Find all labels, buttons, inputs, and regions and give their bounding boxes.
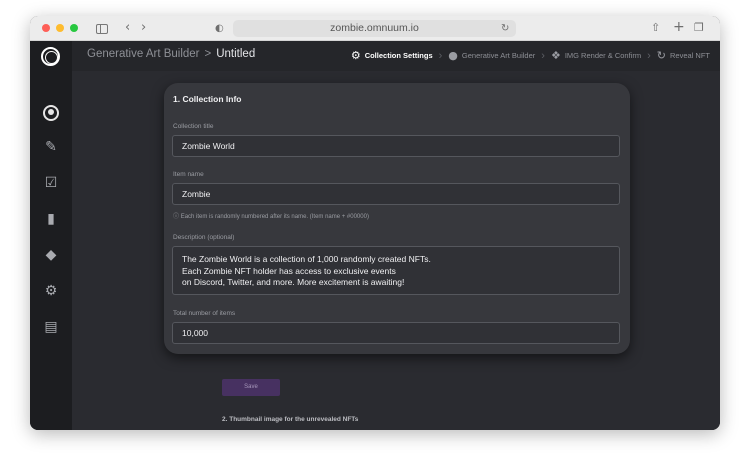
step-chevron-icon: › bbox=[438, 49, 443, 62]
collection-title-input[interactable]: Zombie World bbox=[172, 135, 620, 157]
total-items-value: 10,000 bbox=[182, 328, 208, 338]
step-label: Collection Settings bbox=[364, 51, 433, 60]
reload-icon[interactable]: ↻ bbox=[501, 21, 509, 37]
thumbnail-section-title: 2. Thumbnail image for the unrevealed NF… bbox=[222, 416, 359, 423]
tabs-overview-icon[interactable]: ❐ bbox=[694, 20, 704, 36]
breadcrumb: Generative Art Builder > Untitled bbox=[87, 48, 255, 60]
collection-title-label: Collection title bbox=[173, 123, 214, 130]
item-name-value: Zombie bbox=[182, 189, 211, 199]
shield-icon[interactable]: ◐ bbox=[215, 21, 224, 37]
clipboard-icon[interactable]: ▮ bbox=[30, 211, 72, 227]
description-textarea[interactable]: The Zombie World is a collection of 1,00… bbox=[172, 246, 620, 295]
share-icon[interactable]: ⇧ bbox=[651, 20, 660, 36]
breadcrumb-current: Untitled bbox=[216, 48, 256, 60]
sidebar: ✎ ☑ ▮ ◆ ⚙ ▤ bbox=[30, 71, 72, 430]
collection-info-card: 1. Collection Info Collection title Zomb… bbox=[164, 83, 630, 354]
step-collection-settings[interactable]: ⚙ Collection Settings bbox=[351, 49, 433, 62]
close-window-button[interactable] bbox=[42, 24, 50, 32]
step-img-render-confirm[interactable]: ❖ IMG Render & Confirm bbox=[551, 49, 641, 62]
logo-area[interactable] bbox=[30, 41, 72, 71]
breadcrumb-parent[interactable]: Generative Art Builder bbox=[87, 48, 200, 60]
calendar-check-icon[interactable]: ☑ bbox=[30, 175, 72, 191]
back-arrow-icon[interactable]: ‹ bbox=[125, 20, 130, 36]
step-chevron-icon: › bbox=[541, 49, 545, 62]
step-label: IMG Render & Confirm bbox=[564, 51, 642, 60]
description-label: Description (optional) bbox=[173, 234, 235, 241]
minimize-window-button[interactable] bbox=[56, 24, 64, 32]
breadcrumb-separator: > bbox=[204, 48, 212, 60]
step-reveal-nft[interactable]: ↻ Reveal NFT bbox=[657, 49, 710, 62]
ethereum-icon[interactable]: ◆ bbox=[30, 247, 72, 263]
item-name-input[interactable]: Zombie bbox=[172, 183, 620, 205]
save-button[interactable]: Save bbox=[222, 379, 280, 396]
step-generative-art-builder[interactable]: ● Generative Art Builder bbox=[448, 49, 535, 62]
item-name-label: Item name bbox=[173, 171, 204, 178]
sidebar-toggle-icon[interactable] bbox=[96, 24, 108, 34]
new-tab-icon[interactable]: + bbox=[673, 19, 685, 35]
url-bar[interactable]: zombie.omnuum.io bbox=[233, 20, 516, 37]
total-items-input[interactable]: 10,000 bbox=[172, 322, 620, 344]
main-content: 1. Collection Info Collection title Zomb… bbox=[72, 71, 720, 430]
gear-icon: ⚙ bbox=[350, 49, 361, 62]
step-nav: ⚙ Collection Settings › ● Generative Art… bbox=[351, 49, 710, 62]
refresh-icon: ↻ bbox=[656, 49, 666, 62]
collection-title-value: Zombie World bbox=[182, 141, 235, 151]
url-text: zombie.omnuum.io bbox=[330, 22, 419, 34]
step-chevron-icon: › bbox=[647, 49, 651, 62]
gear-icon[interactable]: ⚙ bbox=[30, 283, 72, 299]
render-icon: ❖ bbox=[550, 49, 561, 62]
section-title: 1. Collection Info bbox=[173, 94, 242, 104]
item-name-hint-text: Each item is randomly numbered after its… bbox=[180, 214, 369, 220]
description-line: The Zombie World is a collection of 1,00… bbox=[182, 254, 431, 264]
forward-arrow-icon[interactable]: › bbox=[141, 20, 146, 36]
browser-chrome: ‹ › ◐ zombie.omnuum.io ↻ ⇧ + ❐ bbox=[30, 16, 720, 41]
total-items-label: Total number of items bbox=[173, 310, 236, 317]
omnuum-logo-icon bbox=[41, 47, 60, 66]
step-label: Reveal NFT bbox=[669, 51, 710, 60]
item-name-hint: ⓘ Each item is randomly numbered after i… bbox=[173, 211, 369, 220]
profile-icon[interactable] bbox=[43, 105, 59, 121]
edit-icon[interactable]: ✎ bbox=[30, 139, 72, 155]
step-label: Generative Art Builder bbox=[461, 51, 536, 60]
description-line: Each Zombie NFT holder has access to exc… bbox=[182, 265, 396, 276]
book-icon[interactable]: ▤ bbox=[30, 319, 72, 335]
browser-window: ‹ › ◐ zombie.omnuum.io ↻ ⇧ + ❐ Generativ… bbox=[30, 16, 720, 430]
maximize-window-button[interactable] bbox=[70, 24, 78, 32]
info-icon: ⓘ bbox=[173, 213, 180, 220]
person-icon: ● bbox=[448, 49, 458, 62]
description-line: on Discord, Twitter, and more. More exci… bbox=[182, 277, 405, 287]
